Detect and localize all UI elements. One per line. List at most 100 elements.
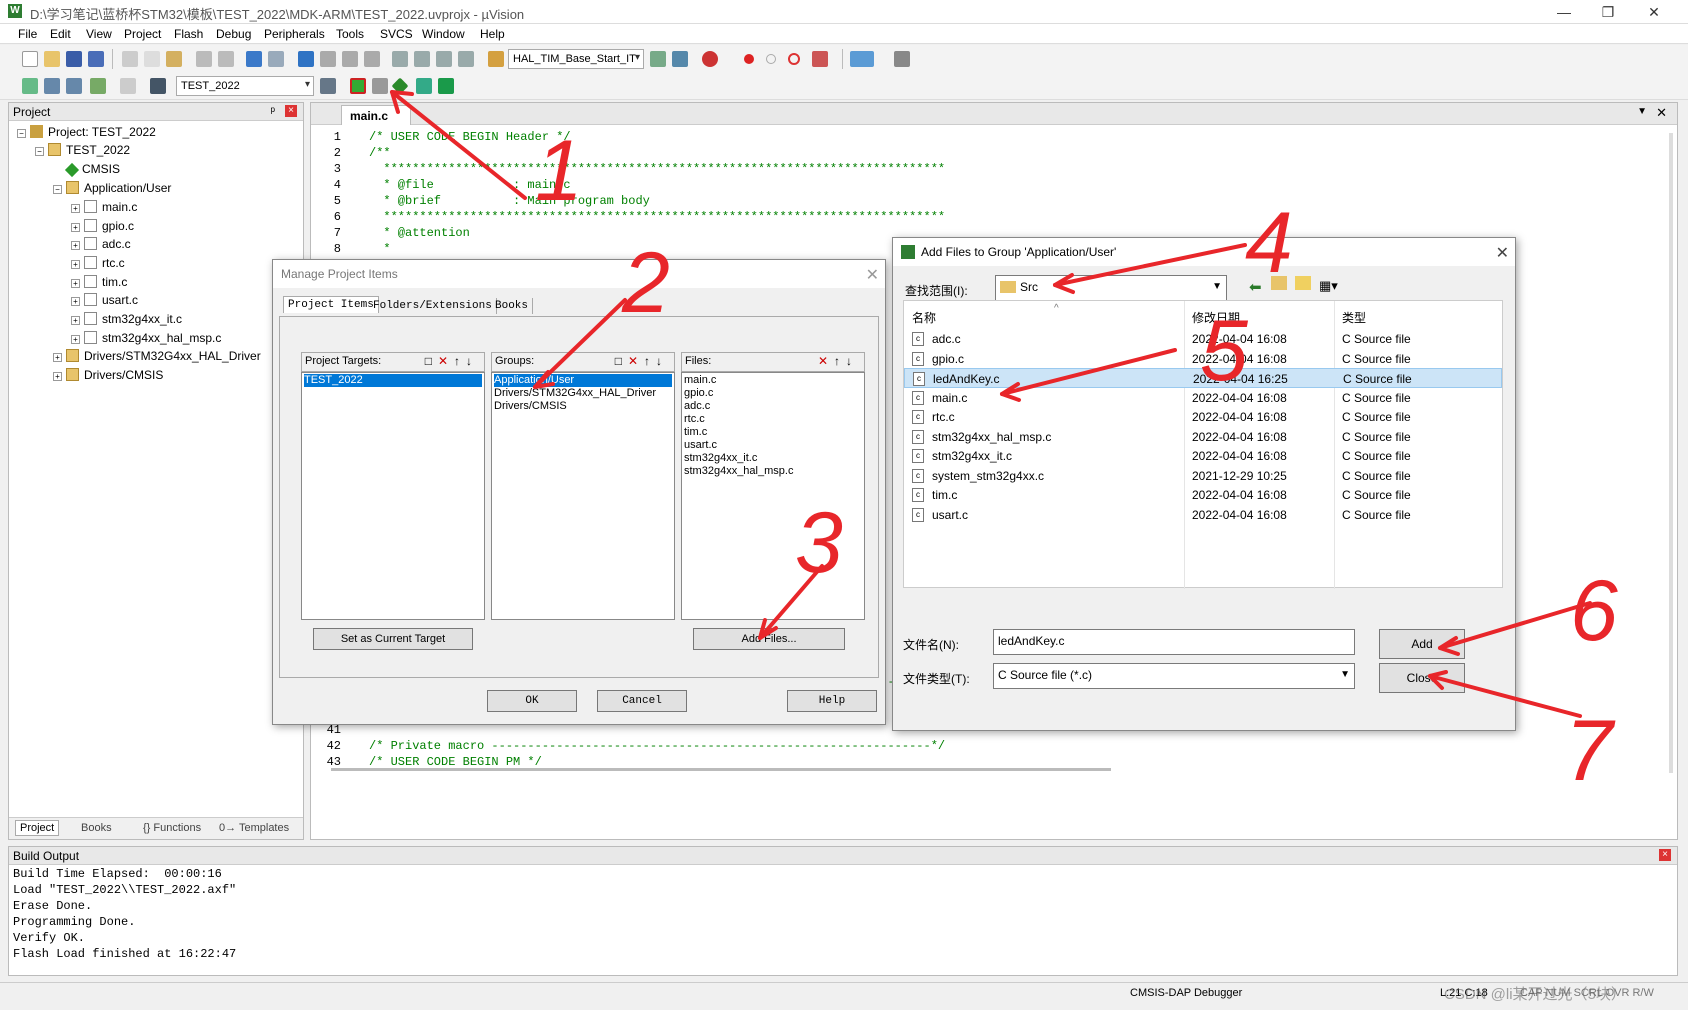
tree-file-usart[interactable]: + usart.c <box>71 293 138 307</box>
target-options-icon[interactable] <box>320 78 336 94</box>
file-item[interactable]: main.c <box>684 374 862 387</box>
col-date[interactable]: 修改日期 <box>1192 309 1240 326</box>
open-file-icon[interactable] <box>44 51 60 67</box>
file-list[interactable]: 名称 修改日期 类型 ^ c adc.c 2022-04-04 16:08 C Sou… <box>903 300 1503 589</box>
up-folder-icon[interactable] <box>1271 276 1287 290</box>
add-files-button[interactable]: Add Files... <box>693 628 845 650</box>
clear-bookmarks-icon[interactable] <box>364 51 380 67</box>
tree-group-hal-driver[interactable]: + Drivers/STM32G4xx_HAL_Driver <box>53 349 261 363</box>
device-database-icon[interactable] <box>438 78 454 94</box>
set-current-target-button[interactable]: Set as Current Target <box>313 628 473 650</box>
tree-cmsis[interactable]: CMSIS <box>64 162 120 178</box>
col-type[interactable]: 类型 <box>1342 309 1366 326</box>
file-row[interactable]: c stm32g4xx_it.c 2022-04-04 16:08 C Source … <box>904 446 1502 466</box>
horizontal-scrollbar[interactable] <box>331 768 1111 771</box>
pack-installer-icon[interactable] <box>416 78 432 94</box>
close-tab-icon[interactable]: ✕ <box>1656 105 1667 121</box>
close-icon[interactable]: ✕ <box>866 265 879 285</box>
tab-books[interactable]: Books <box>491 298 534 314</box>
file-row[interactable]: c adc.c 2022-04-04 16:08 C Source file <box>904 329 1502 349</box>
groups-toolbar-icons[interactable]: □✕↑↓ <box>615 354 668 368</box>
close-button[interactable]: Close <box>1379 663 1465 693</box>
incremental-find-icon[interactable] <box>672 51 688 67</box>
tree-file-msp[interactable]: + stm32g4xx_hal_msp.c <box>71 331 221 345</box>
rebuild-icon[interactable] <box>66 78 82 94</box>
code-line[interactable]: 5 * @brief : Main program body <box>311 193 945 209</box>
tree-file-gpio[interactable]: + gpio.c <box>71 219 134 233</box>
code-line[interactable]: 42 /* Private macro ---------------------… <box>311 738 946 754</box>
menu-file[interactable]: File <box>18 27 37 41</box>
minimize-button[interactable]: — <box>1544 2 1584 22</box>
nav-forward-icon[interactable] <box>268 51 284 67</box>
code-line[interactable]: 1 /* USER CODE BEGIN Header */ <box>311 129 945 145</box>
translate-icon[interactable] <box>22 78 38 94</box>
maximize-button[interactable]: ❐ <box>1588 2 1628 22</box>
prev-bookmark-icon[interactable] <box>320 51 336 67</box>
code-line[interactable]: 8 * <box>311 241 945 257</box>
tab-main-c[interactable]: main.c <box>341 105 411 125</box>
menu-view[interactable]: View <box>86 27 112 41</box>
close-panel-icon[interactable]: × <box>285 105 297 117</box>
select-packs-icon[interactable] <box>372 78 388 94</box>
menu-edit[interactable]: Edit <box>50 27 71 41</box>
code-line[interactable]: 7 * @attention <box>311 225 945 241</box>
code-line[interactable]: 6 **************************************… <box>311 209 945 225</box>
new-folder-icon[interactable] <box>1295 276 1311 290</box>
tree-group-application-user[interactable]: − Application/User <box>53 181 171 195</box>
tab-project[interactable]: Project <box>15 820 60 836</box>
file-row[interactable]: c usart.c 2022-04-04 16:08 C Source file <box>904 505 1502 525</box>
tree-file-rtc[interactable]: + rtc.c <box>71 256 125 270</box>
targets-toolbar-icons[interactable]: □✕↑↓ <box>425 354 478 368</box>
cancel-button[interactable]: Cancel <box>597 690 687 712</box>
help-button[interactable]: Help <box>787 690 877 712</box>
tab-books[interactable]: Books <box>81 822 112 834</box>
file-row[interactable]: c main.c 2022-04-04 16:08 C Source file <box>904 388 1502 408</box>
file-row[interactable]: c gpio.c 2022-04-04 16:08 C Source file <box>904 349 1502 369</box>
unindent-icon[interactable] <box>414 51 430 67</box>
file-item[interactable]: adc.c <box>684 400 862 413</box>
comment-icon[interactable] <box>436 51 452 67</box>
menu-debug[interactable]: Debug <box>216 27 251 41</box>
nav-back-icon[interactable] <box>246 51 262 67</box>
tree-target[interactable]: − TEST_2022 <box>35 143 130 157</box>
close-icon[interactable]: ✕ <box>1496 243 1509 263</box>
file-item[interactable]: gpio.c <box>684 387 862 400</box>
configure-icon[interactable] <box>894 51 910 67</box>
next-bookmark-icon[interactable] <box>342 51 358 67</box>
code-lines-top[interactable]: 1/* USER CODE BEGIN Header */2/** 3 *****… <box>311 129 945 257</box>
files-list[interactable]: main.c gpio.c adc.c rtc.c tim.c usart.c … <box>681 372 865 620</box>
close-output-icon[interactable]: × <box>1659 849 1671 861</box>
window-layout-icon[interactable] <box>850 51 874 67</box>
disable-breakpoint-icon[interactable] <box>766 54 776 64</box>
build-icon[interactable] <box>44 78 60 94</box>
vertical-scrollbar[interactable] <box>1669 133 1673 773</box>
filename-input[interactable]: ledAndKey.c <box>993 629 1355 655</box>
add-button[interactable]: Add <box>1379 629 1465 659</box>
files-toolbar-icons[interactable]: ✕↑↓ <box>818 354 858 368</box>
menu-svcs[interactable]: SVCS <box>380 27 413 41</box>
file-row[interactable]: c ledAndKey.c 2022-04-04 16:25 C Source fil… <box>904 368 1502 388</box>
group-item[interactable]: Application/User <box>494 374 672 387</box>
groups-list[interactable]: Application/User Drivers/STM32G4xx_HAL_D… <box>491 372 675 620</box>
file-row[interactable]: c system_stm32g4xx.c 2021-12-29 10:25 C Sou… <box>904 466 1502 486</box>
file-item[interactable]: stm32g4xx_hal_msp.c <box>684 465 862 478</box>
code-line[interactable]: 2 /** <box>311 145 945 161</box>
code-line[interactable]: 4 * @file : main.c <box>311 177 945 193</box>
redo-icon[interactable] <box>218 51 234 67</box>
save-icon[interactable] <box>66 51 82 67</box>
uncomment-icon[interactable] <box>458 51 474 67</box>
tree-group-drivers-cmsis[interactable]: + Drivers/CMSIS <box>53 368 163 382</box>
group-item[interactable]: Drivers/STM32G4xx_HAL_Driver <box>494 387 672 400</box>
new-file-icon[interactable] <box>22 51 38 67</box>
targets-list[interactable]: TEST_2022 <box>301 372 485 620</box>
file-item[interactable]: usart.c <box>684 439 862 452</box>
code-line[interactable]: 3 **************************************… <box>311 161 945 177</box>
col-name[interactable]: 名称 <box>912 309 936 326</box>
find-in-files-icon[interactable] <box>488 51 504 67</box>
file-row[interactable]: c stm32g4xx_hal_msp.c 2022-04-04 16:08 C So… <box>904 427 1502 447</box>
debug-options-icon[interactable] <box>812 51 828 67</box>
tab-list-icon[interactable]: ▼ <box>1637 106 1647 117</box>
manage-runtime-icon[interactable] <box>391 77 409 95</box>
menu-project[interactable]: Project <box>124 27 161 41</box>
download-icon[interactable] <box>150 78 166 94</box>
